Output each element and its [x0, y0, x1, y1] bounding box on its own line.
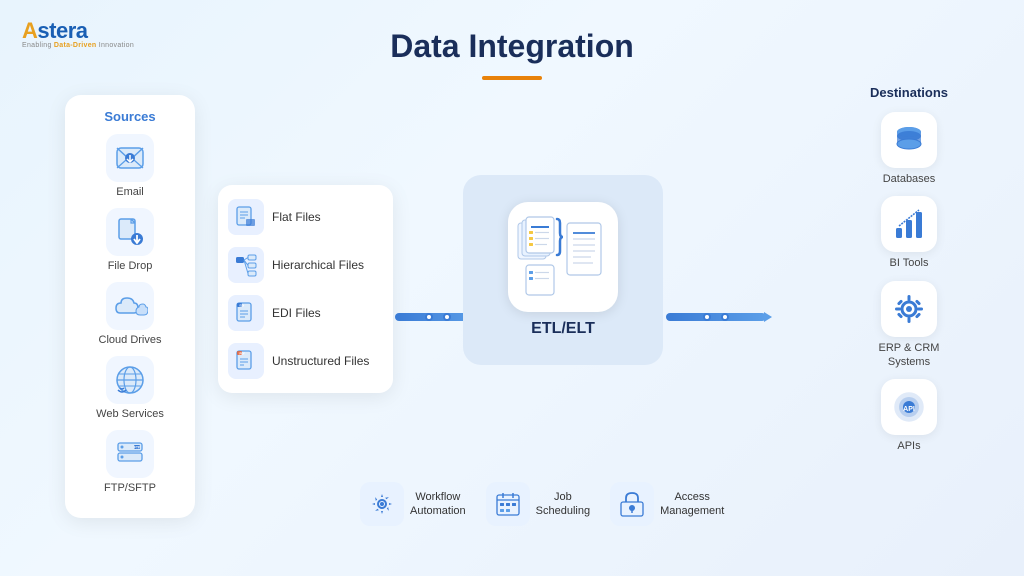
- etl-label: ETL/ELT: [531, 320, 595, 338]
- workflow-automation-label: Workflow Automation: [410, 490, 466, 519]
- access-management-item: AccessManagement: [610, 482, 724, 526]
- databases-icon: [891, 122, 927, 158]
- dest-apis: API APIs: [881, 379, 937, 453]
- file-drop-label: File Drop: [108, 260, 153, 272]
- access-management-icon-wrap: [610, 482, 654, 526]
- dest-databases: Databases: [881, 112, 937, 186]
- unstructured-files-item: PDF Unstructured Files: [228, 343, 383, 379]
- edi-files-label: EDI Files: [272, 306, 321, 320]
- source-email: Email: [75, 134, 185, 198]
- svg-text:EDI: EDI: [240, 304, 245, 308]
- bi-tools-icon: [891, 206, 927, 242]
- unstructured-files-icon: PDF: [228, 343, 264, 379]
- hierarchical-files-icon: [228, 247, 264, 283]
- apis-icon-wrap: API: [881, 379, 937, 435]
- erp-crm-icon: [891, 291, 927, 327]
- bi-tools-icon-wrap: [881, 196, 937, 252]
- edi-files-icon: EDI: [228, 295, 264, 331]
- databases-label: Databases: [883, 172, 936, 186]
- ftp-sftp-icon: FTP: [112, 439, 148, 469]
- email-icon-wrap: [106, 134, 154, 182]
- logo: Astera Enabling Data-Driven Innovation: [22, 18, 134, 49]
- email-label: Email: [116, 186, 144, 198]
- ftp-sftp-label: FTP/SFTP: [104, 482, 156, 494]
- web-services-label: Web Services: [96, 408, 164, 420]
- email-icon: [116, 147, 144, 169]
- etl-icon-wrap: [508, 202, 618, 312]
- cloud-drives-label: Cloud Drives: [99, 334, 162, 346]
- edi-files-item: EDI EDI Files: [228, 295, 383, 331]
- right-connector: [666, 303, 766, 331]
- etl-visual-icon: [513, 215, 613, 300]
- source-web-services: Web Services: [75, 356, 185, 420]
- arrow-dot-1: [425, 313, 433, 321]
- file-drop-icon: [115, 217, 145, 247]
- source-file-drop: File Drop: [75, 208, 185, 272]
- arrow-dot-3: [703, 313, 711, 321]
- logo-tagline: Enabling Data-Driven Innovation: [22, 42, 134, 49]
- flat-files-label: Flat Files: [272, 210, 321, 224]
- bottom-features: Workflow Automation JobScheduling: [360, 482, 724, 526]
- svg-text:FTP: FTP: [134, 446, 141, 450]
- dest-bi-tools: BI Tools: [881, 196, 937, 270]
- access-management-icon: [618, 490, 646, 518]
- filetypes-panel: Flat Files Hierarchical Files EDI: [218, 185, 393, 393]
- workflow-automation-icon-wrap: [360, 482, 404, 526]
- job-scheduling-icon-wrap: [486, 482, 530, 526]
- workflow-automation-icon: [368, 490, 396, 518]
- ftp-sftp-icon-wrap: FTP: [106, 430, 154, 478]
- arrow-dot-4: [721, 313, 729, 321]
- erp-crm-icon-wrap: [881, 281, 937, 337]
- etl-panel: ETL/ELT: [463, 175, 663, 365]
- cloud-drives-icon: [112, 293, 148, 319]
- dest-erp-crm: ERP & CRMSystems: [879, 281, 940, 370]
- page-title: Data Integration: [390, 28, 634, 65]
- cloud-drives-icon-wrap: [106, 282, 154, 330]
- erp-crm-label: ERP & CRMSystems: [879, 341, 940, 370]
- arrow-dot-2: [443, 313, 451, 321]
- hierarchical-files-label: Hierarchical Files: [272, 258, 364, 272]
- web-services-icon: [114, 364, 146, 396]
- job-scheduling-item: JobScheduling: [486, 482, 590, 526]
- unstructured-files-label: Unstructured Files: [272, 354, 369, 368]
- right-arrow-pipe: [666, 313, 766, 321]
- web-services-icon-wrap: [106, 356, 154, 404]
- sources-panel-title: Sources: [75, 109, 185, 124]
- logo-text: Astera: [22, 18, 134, 44]
- file-drop-icon-wrap: [106, 208, 154, 256]
- svg-text:PDF: PDF: [240, 352, 246, 356]
- sources-panel: Sources Email: [65, 95, 195, 518]
- workflow-automation-item: Workflow Automation: [360, 482, 466, 526]
- destinations-panel: Destinations Databases BI To: [849, 85, 969, 453]
- destinations-panel-title: Destinations: [870, 85, 948, 100]
- flat-files-item: Flat Files: [228, 199, 383, 235]
- hierarchical-files-item: Hierarchical Files: [228, 247, 383, 283]
- job-scheduling-label: JobScheduling: [536, 490, 590, 519]
- apis-icon: API: [891, 389, 927, 425]
- flat-files-icon: [228, 199, 264, 235]
- job-scheduling-icon: [494, 490, 522, 518]
- access-management-label: AccessManagement: [660, 490, 724, 519]
- title-underline: [482, 76, 542, 80]
- source-ftp-sftp: FTP FTP/SFTP: [75, 430, 185, 494]
- bi-tools-label: BI Tools: [890, 256, 929, 270]
- apis-label: APIs: [897, 439, 920, 453]
- svg-text:API: API: [903, 406, 915, 413]
- source-cloud-drives: Cloud Drives: [75, 282, 185, 346]
- databases-icon-wrap: [881, 112, 937, 168]
